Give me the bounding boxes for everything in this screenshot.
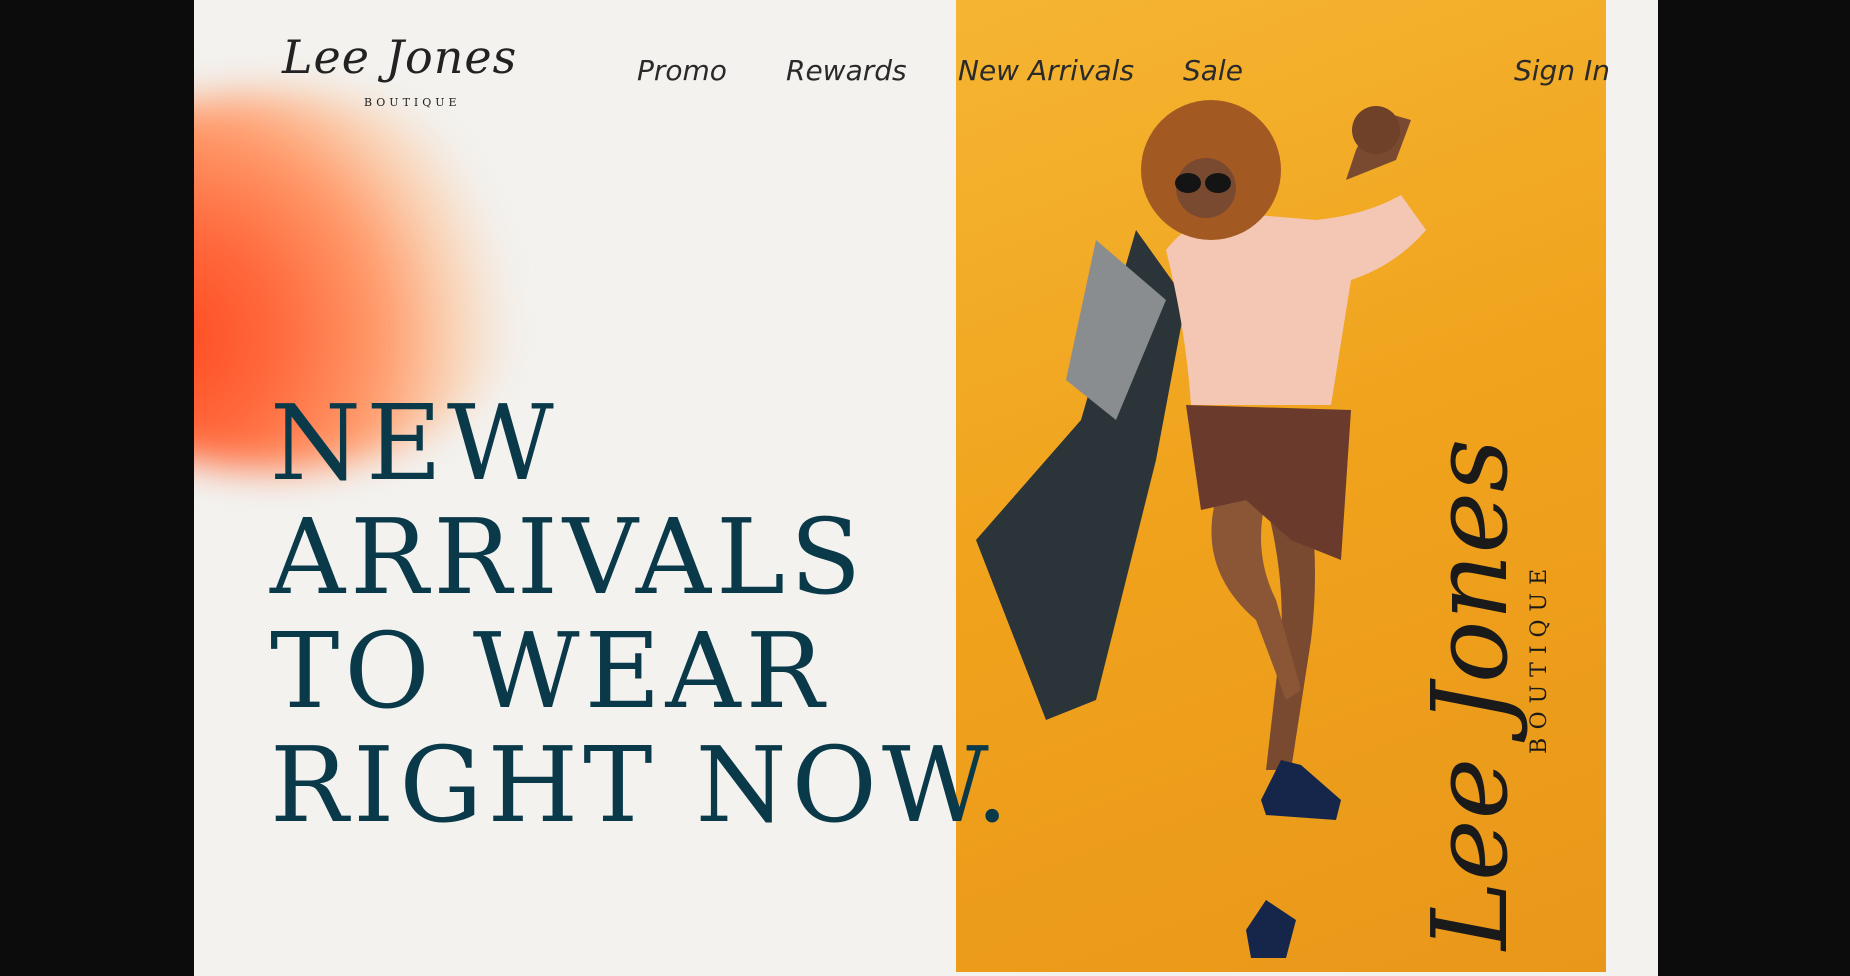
landing-page: Lee Jones BOUTIQUE Promo Rewards New Arr… xyxy=(194,0,1658,976)
brand-logo[interactable]: Lee Jones BOUTIQUE xyxy=(282,30,516,118)
hero-line: ARRIVALS xyxy=(270,496,867,618)
vertical-brand-logo: Lee Jones BOUTIQUE xyxy=(1409,439,1569,950)
hero-headline: NEW ARRIVALS TO WEAR RIGHT NOW. xyxy=(270,386,1014,842)
hero-line: TO WEAR xyxy=(270,610,829,732)
hero-line: NEW xyxy=(270,382,559,504)
hero-line: RIGHT NOW. xyxy=(270,724,1014,846)
nav-item-promo[interactable]: Promo xyxy=(637,54,727,87)
nav-item-rewards[interactable]: Rewards xyxy=(786,54,907,87)
vertical-logo-script: Lee Jones xyxy=(1409,438,1531,950)
sign-in-link[interactable]: Sign In xyxy=(1514,54,1610,87)
vertical-logo-subtitle: BOUTIQUE xyxy=(1527,560,1552,754)
nav-item-sale[interactable]: Sale xyxy=(1183,54,1243,87)
nav-item-new-arrivals[interactable]: New Arrivals xyxy=(958,54,1134,87)
logo-script: Lee Jones xyxy=(282,30,518,84)
logo-subtitle: BOUTIQUE xyxy=(364,96,461,109)
